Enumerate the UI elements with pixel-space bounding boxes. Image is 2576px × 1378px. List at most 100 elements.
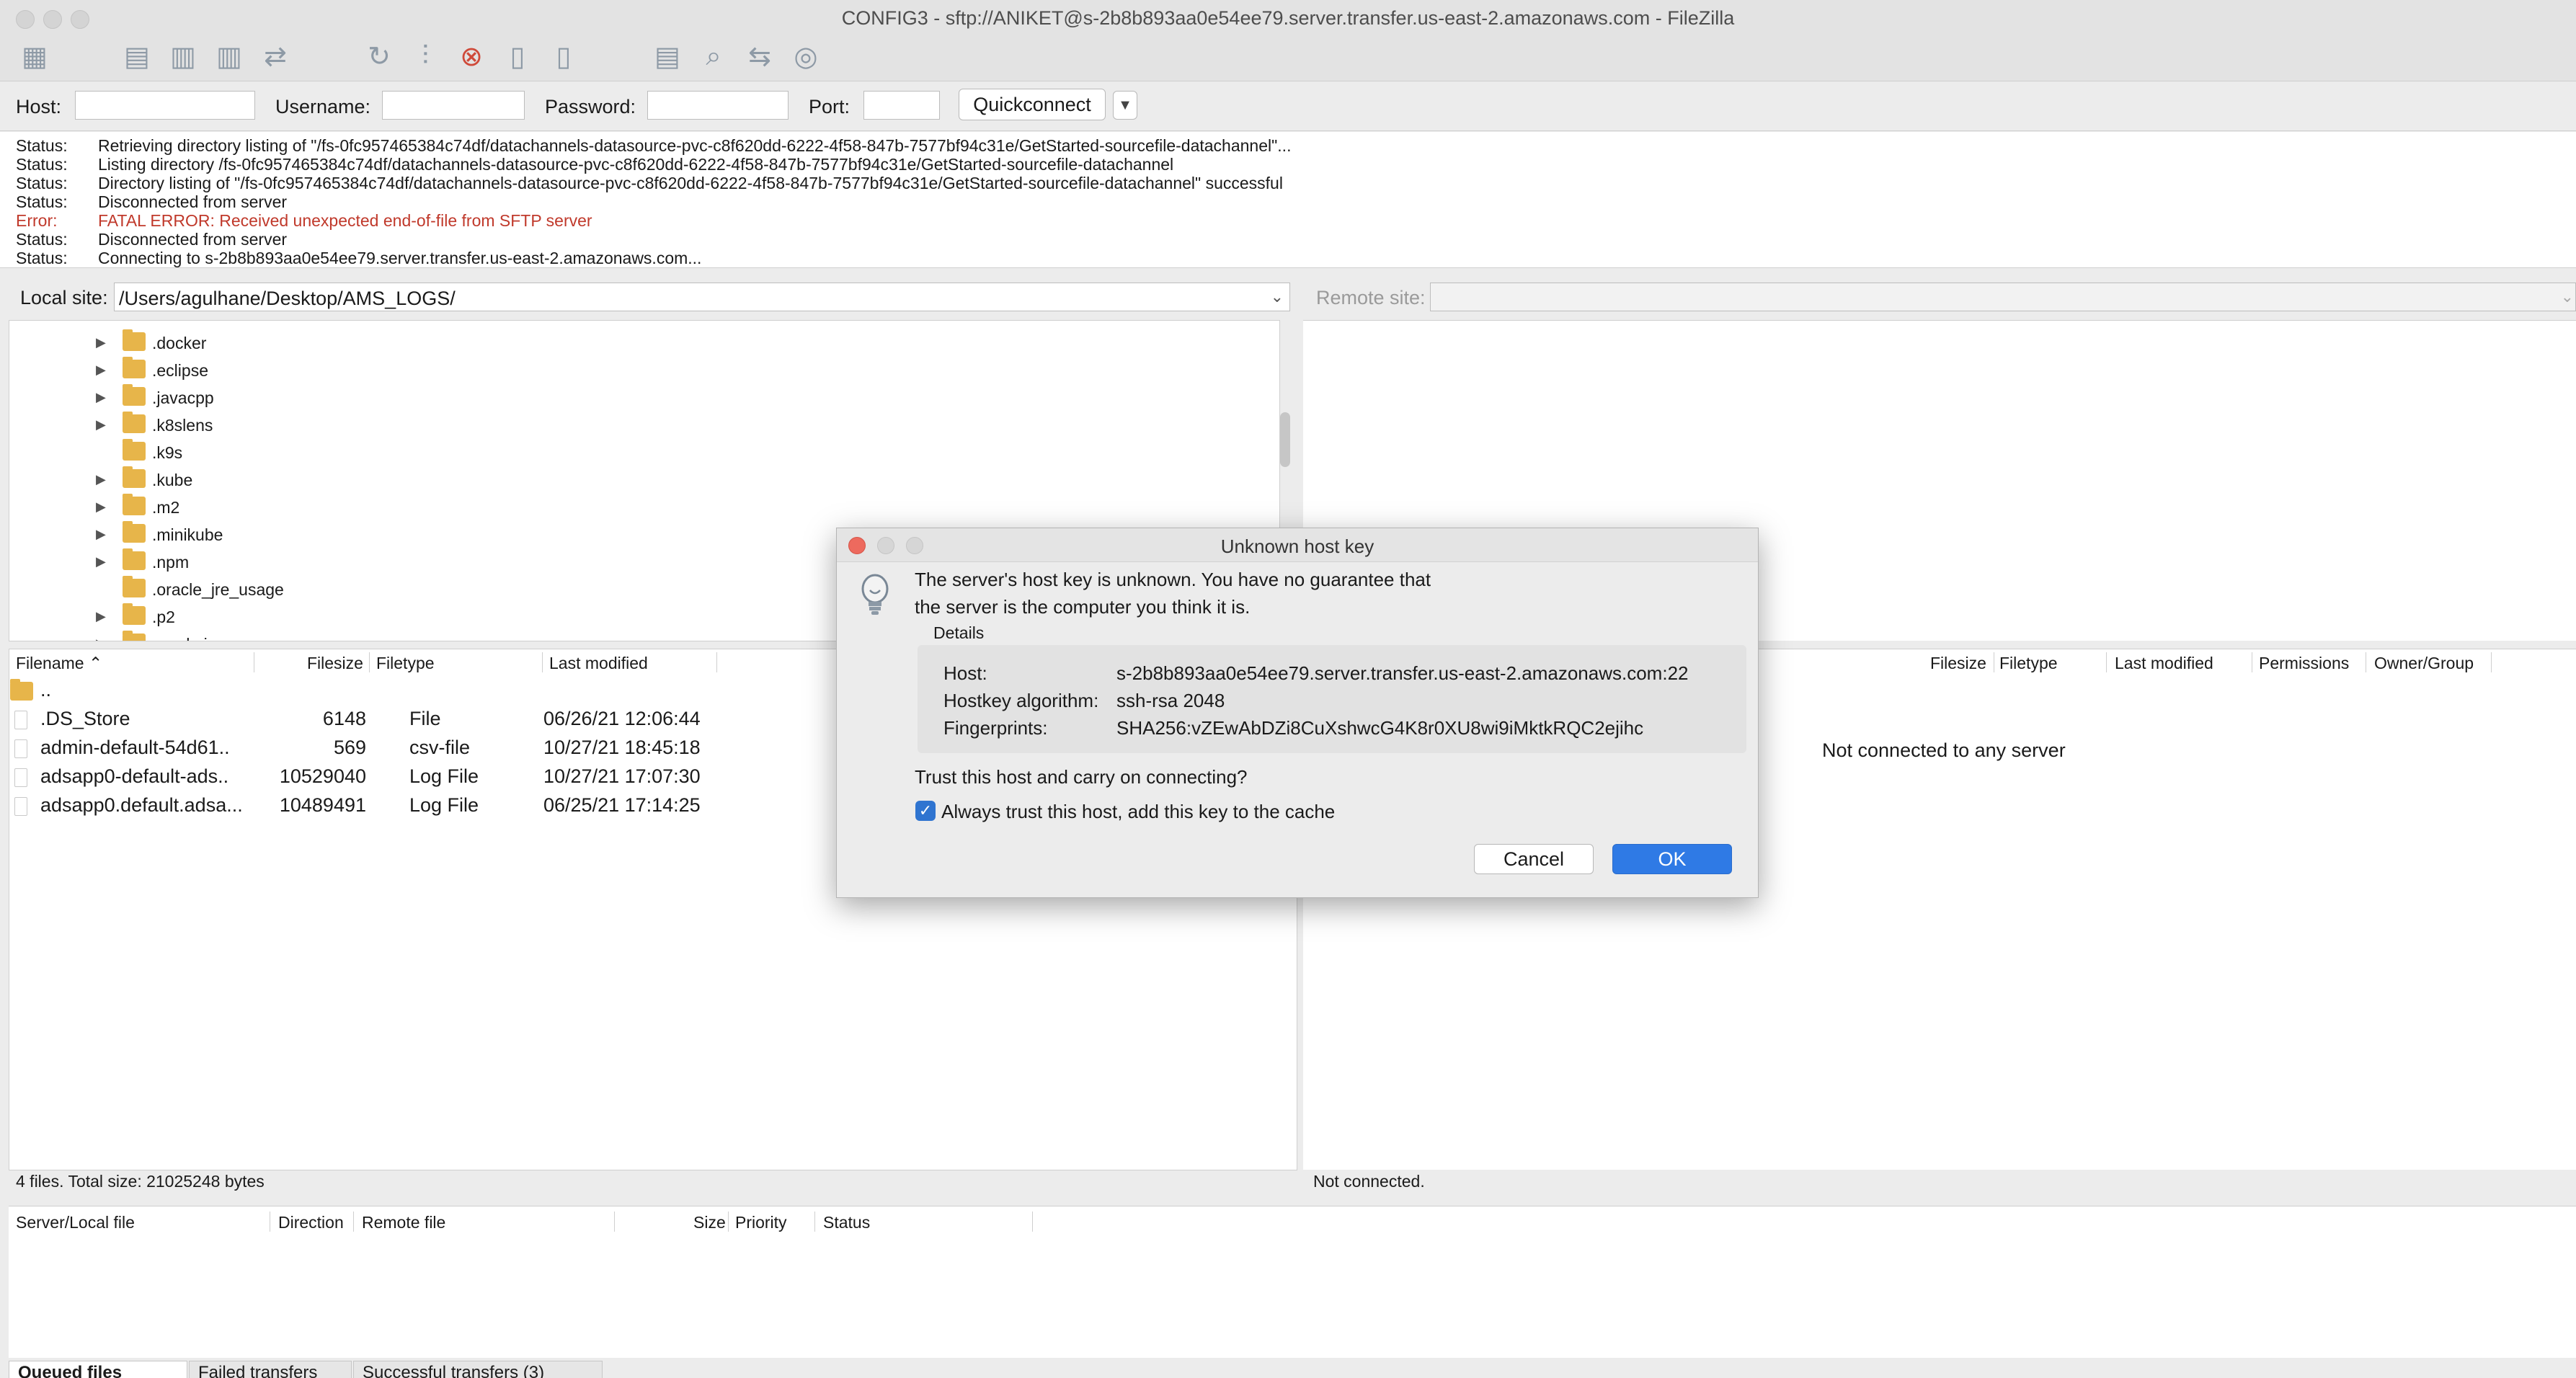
cancel-icon[interactable]: ⊗ bbox=[453, 37, 490, 75]
expand-arrow-icon[interactable]: ▶ bbox=[96, 527, 106, 542]
local-site-combo[interactable]: /Users/agulhane/Desktop/AMS_LOGS/ ⌄ bbox=[114, 283, 1290, 311]
tree-item-label: .k9s bbox=[152, 443, 183, 462]
tree-item-label: .docker bbox=[152, 334, 207, 352]
expand-arrow-icon[interactable]: ▶ bbox=[96, 499, 106, 515]
quickconnect-history-dropdown[interactable]: ▼ bbox=[1113, 91, 1137, 120]
queue-icon[interactable]: ⇄ bbox=[257, 37, 294, 75]
filename-column-header[interactable]: Filename ⌃ bbox=[16, 654, 102, 673]
tree-item[interactable]: ▶ .javacpp bbox=[9, 384, 1263, 410]
tab-failed-transfers[interactable]: Failed transfers bbox=[189, 1361, 352, 1378]
cancel-button[interactable]: Cancel bbox=[1474, 844, 1594, 874]
log-line-text: Directory listing of "/fs-0fc957465384c7… bbox=[98, 174, 1283, 192]
folder-icon bbox=[10, 679, 33, 701]
expand-arrow-icon[interactable]: ▶ bbox=[96, 609, 106, 624]
lightbulb-icon bbox=[861, 574, 889, 615]
find-icon[interactable]: ◎ bbox=[787, 37, 825, 75]
refresh-icon[interactable]: ↻ bbox=[360, 37, 398, 75]
file-size: 10529040 bbox=[279, 765, 366, 787]
remote-owner-group-column-header[interactable]: Owner/Group bbox=[2374, 654, 2474, 673]
folder-icon bbox=[123, 412, 146, 433]
folder-icon bbox=[123, 384, 146, 406]
filesize-column-header[interactable]: Filesize bbox=[307, 654, 363, 673]
site-manager-icon[interactable]: ▦ bbox=[16, 37, 53, 75]
queue-direction-header[interactable]: Direction bbox=[278, 1213, 344, 1232]
compare-icon[interactable]: ▤ bbox=[649, 37, 686, 75]
expand-arrow-icon[interactable]: ▶ bbox=[96, 417, 106, 432]
window-titlebar: CONFIG3 - sftp://ANIKET@s-2b8b893aa0e54e… bbox=[0, 0, 2576, 37]
toolbar: ▦ ▤ ▥ ▥ ⇄ ↻ ⫶ ⊗ ▯ ▯ ▤ ⌕ ⇆ ◎ bbox=[0, 37, 2576, 81]
file-name: adsapp0.default.adsa... bbox=[40, 794, 243, 816]
file-icon bbox=[14, 797, 27, 816]
tree-item-label: .kube bbox=[152, 471, 193, 489]
queue-server-local-header[interactable]: Server/Local file bbox=[16, 1213, 135, 1232]
queue-priority-header[interactable]: Priority bbox=[735, 1213, 787, 1232]
local-tree-icon[interactable]: ▥ bbox=[164, 37, 202, 75]
file-icon bbox=[14, 768, 27, 787]
tree-item[interactable]: ▶ .eclipse bbox=[9, 357, 1263, 383]
tree-scrollbar[interactable] bbox=[1280, 412, 1290, 467]
remote-last-modified-column-header[interactable]: Last modified bbox=[2115, 654, 2213, 673]
file-size: 569 bbox=[333, 737, 366, 758]
password-label: Password: bbox=[545, 96, 636, 117]
log-icon[interactable]: ▤ bbox=[118, 37, 156, 75]
folder-icon bbox=[123, 603, 146, 625]
expand-arrow-icon[interactable]: ▶ bbox=[96, 363, 106, 378]
reconnect-icon[interactable]: ▯ bbox=[545, 37, 582, 75]
remote-filesize-column-header[interactable]: Filesize bbox=[1930, 654, 1986, 673]
tree-item[interactable]: .k9s bbox=[9, 439, 1263, 465]
tree-item[interactable]: ▶ .docker bbox=[9, 329, 1263, 355]
log-line: Status: Retrieving directory listing of "… bbox=[16, 136, 1291, 155]
log-line-text: Retrieving directory listing of "/fs-0fc… bbox=[98, 136, 1292, 155]
file-icon bbox=[14, 739, 27, 758]
log-line-kind: Status: bbox=[16, 249, 68, 267]
remote-tree-icon[interactable]: ▥ bbox=[210, 37, 248, 75]
expand-arrow-icon[interactable]: ▶ bbox=[96, 335, 106, 350]
expand-arrow-icon[interactable]: ▶ bbox=[96, 636, 106, 641]
ok-button[interactable]: OK bbox=[1612, 844, 1732, 874]
file-name: .DS_Store bbox=[40, 708, 130, 729]
unknown-host-key-dialog: Unknown host key The server's host key i… bbox=[836, 528, 1759, 898]
log-line: Status: Disconnected from server bbox=[16, 230, 287, 249]
tree-item[interactable]: ▶ .kube bbox=[9, 466, 1263, 492]
sync-icon[interactable]: ⇆ bbox=[741, 37, 778, 75]
disconnect-icon[interactable]: ▯ bbox=[499, 37, 536, 75]
port-input[interactable] bbox=[863, 91, 940, 120]
host-input[interactable] bbox=[75, 91, 255, 120]
file-type: csv-file bbox=[409, 737, 471, 758]
queue-status-header[interactable]: Status bbox=[823, 1213, 870, 1232]
expand-arrow-icon[interactable]: ▶ bbox=[96, 554, 106, 569]
file-modified: 10/27/21 18:45:18 bbox=[543, 737, 701, 758]
log-line-kind: Status: bbox=[16, 174, 68, 192]
quickconnect-button[interactable]: Quickconnect bbox=[959, 89, 1106, 120]
dialog-title: Unknown host key bbox=[1220, 535, 1374, 557]
file-type: File bbox=[409, 708, 441, 729]
password-input[interactable] bbox=[647, 91, 789, 120]
tree-item[interactable]: ▶ .m2 bbox=[9, 494, 1263, 520]
expand-arrow-icon[interactable]: ▶ bbox=[96, 472, 106, 487]
username-input[interactable] bbox=[382, 91, 525, 120]
filter-icon[interactable]: ⫶ bbox=[407, 37, 444, 75]
filetype-column-header[interactable]: Filetype bbox=[376, 654, 435, 673]
expand-arrow-icon[interactable]: ▶ bbox=[96, 390, 106, 405]
log-line-text: FATAL ERROR: Received unexpected end-of-… bbox=[98, 211, 592, 230]
tree-item[interactable]: ▶ .k8slens bbox=[9, 412, 1263, 437]
queue-remote-file-header[interactable]: Remote file bbox=[362, 1213, 445, 1232]
always-trust-label[interactable]: Always trust this host, add this key to … bbox=[941, 801, 1335, 823]
always-trust-checkbox[interactable]: ✓ bbox=[915, 801, 936, 821]
remote-filetype-column-header[interactable]: Filetype bbox=[1999, 654, 2058, 673]
folder-icon bbox=[123, 494, 146, 515]
host-key-host-label: Host: bbox=[943, 662, 987, 684]
log-line-kind: Status: bbox=[16, 192, 68, 211]
message-log[interactable]: Status: Retrieving directory listing of "… bbox=[0, 132, 2576, 268]
dialog-titlebar: Unknown host key bbox=[837, 528, 1758, 562]
remote-permissions-column-header[interactable]: Permissions bbox=[2259, 654, 2349, 673]
folder-icon bbox=[123, 357, 146, 378]
file-icon bbox=[14, 711, 27, 729]
queue-size-header[interactable]: Size bbox=[693, 1213, 726, 1232]
search-icon[interactable]: ⌕ bbox=[695, 37, 732, 75]
tab-successful-transfers[interactable]: Successful transfers (3) bbox=[353, 1361, 603, 1378]
file-size: 10489491 bbox=[279, 794, 366, 816]
tab-queued-files[interactable]: Queued files bbox=[9, 1361, 187, 1378]
last-modified-column-header[interactable]: Last modified bbox=[549, 654, 648, 673]
log-line-kind: Status: bbox=[16, 155, 68, 174]
